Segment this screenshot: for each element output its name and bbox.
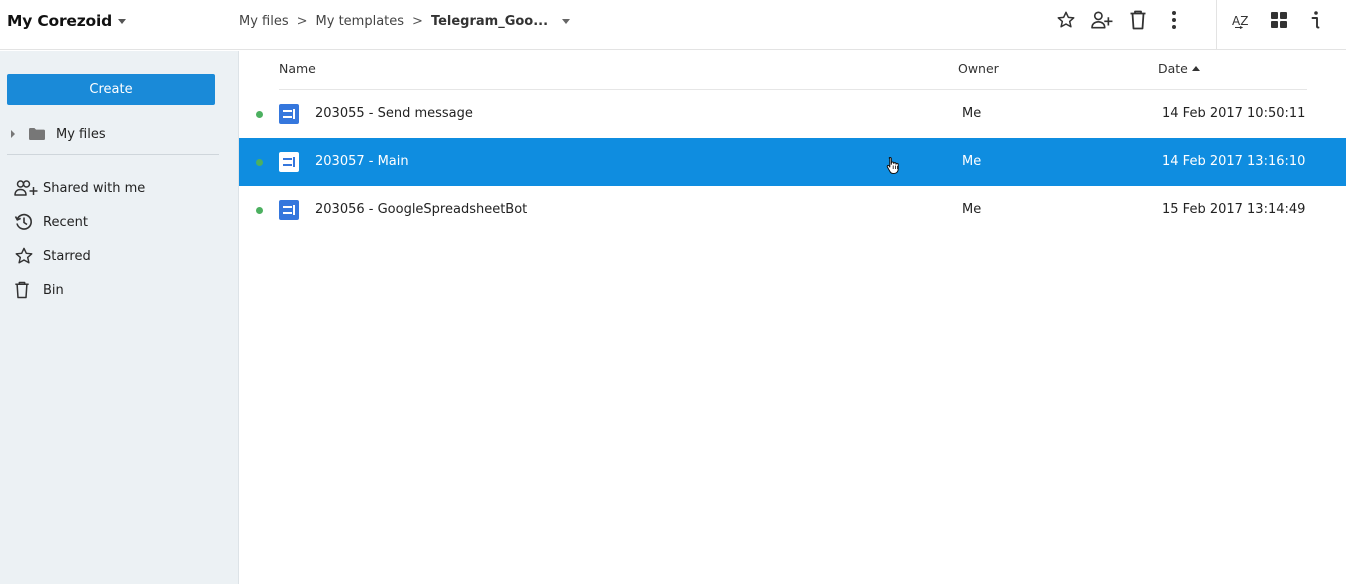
expand-arrow-icon[interactable] xyxy=(11,130,15,138)
row-date: 14 Feb 2017 10:50:11 xyxy=(1162,106,1306,121)
create-button[interactable]: Create xyxy=(7,74,215,105)
breadcrumb-my-templates[interactable]: My templates xyxy=(316,14,405,29)
folder-menu-chevron-icon[interactable] xyxy=(562,19,571,24)
sidebar-item-shared-with-me[interactable]: Shared with me xyxy=(14,177,145,199)
folder-icon xyxy=(29,128,45,140)
sidebar-item-bin[interactable]: Bin xyxy=(14,279,64,301)
sidebar-item-label: Starred xyxy=(43,248,91,264)
breadcrumb-separator: > xyxy=(296,13,308,29)
row-date: 14 Feb 2017 13:16:10 xyxy=(1162,154,1306,169)
hand-cursor-icon xyxy=(886,157,899,174)
chevron-down-icon xyxy=(117,19,126,24)
status-dot-icon xyxy=(256,159,263,166)
process-icon xyxy=(279,152,299,172)
sidebar-item-starred[interactable]: Starred xyxy=(14,245,91,267)
status-dot-icon xyxy=(256,207,263,214)
process-icon xyxy=(279,104,299,124)
sidebar: Create My files Shared with me Recent St… xyxy=(0,51,239,584)
row-name: 203055 - Send message xyxy=(315,106,473,121)
sort-ascending-icon xyxy=(1191,66,1200,71)
sidebar-item-recent[interactable]: Recent xyxy=(14,211,88,233)
recent-clock-icon xyxy=(14,212,38,232)
status-dot-icon xyxy=(256,111,263,118)
row-date: 15 Feb 2017 13:14:49 xyxy=(1162,202,1306,217)
row-owner: Me xyxy=(962,106,982,121)
row-name: 203057 - Main xyxy=(315,154,409,169)
table-row[interactable]: 203056 - GoogleSpreadsheetBot Me 15 Feb … xyxy=(239,186,1346,234)
sidebar-item-my-files[interactable]: My files xyxy=(11,124,106,144)
row-owner: Me xyxy=(962,202,982,217)
process-icon xyxy=(279,200,299,220)
divider xyxy=(7,154,219,155)
top-bar: My Corezoid My files > My templates > Te… xyxy=(0,0,1346,50)
grid-view-icon[interactable] xyxy=(1268,9,1290,31)
sidebar-item-label: Bin xyxy=(43,282,64,298)
row-name: 203056 - GoogleSpreadsheetBot xyxy=(315,202,528,217)
trash-icon[interactable] xyxy=(1127,9,1149,31)
column-header-date-label: Date xyxy=(1158,61,1188,76)
breadcrumb-current-folder[interactable]: Telegram_Goo... xyxy=(431,14,548,29)
trash-icon xyxy=(14,280,38,300)
column-header-owner[interactable]: Owner xyxy=(958,61,999,76)
svg-text:AZ: AZ xyxy=(1232,14,1248,28)
sidebar-item-label: Recent xyxy=(43,214,88,230)
table-row[interactable]: 203055 - Send message Me 14 Feb 2017 10:… xyxy=(239,90,1346,138)
more-vertical-icon[interactable] xyxy=(1163,9,1185,31)
sort-az-icon[interactable]: AZ xyxy=(1231,9,1253,31)
column-header-name[interactable]: Name xyxy=(279,61,316,76)
table-row-selected[interactable]: 203057 - Main Me 14 Feb 2017 13:16:10 xyxy=(239,138,1346,186)
info-icon[interactable] xyxy=(1304,9,1326,31)
row-owner: Me xyxy=(962,154,982,169)
star-icon xyxy=(14,246,38,266)
column-header-date[interactable]: Date xyxy=(1158,61,1200,76)
breadcrumb: My files > My templates > Telegram_Goo..… xyxy=(239,13,571,29)
sidebar-item-label: My files xyxy=(56,126,106,142)
workspace-title: My Corezoid xyxy=(7,12,112,30)
breadcrumb-separator: > xyxy=(412,13,423,29)
workspace-switcher[interactable]: My Corezoid xyxy=(7,10,126,32)
add-user-icon[interactable] xyxy=(1089,9,1115,31)
star-icon[interactable] xyxy=(1055,9,1077,31)
toolbar-divider xyxy=(1216,0,1217,50)
shared-users-icon xyxy=(14,178,38,198)
breadcrumb-my-files[interactable]: My files xyxy=(239,14,289,29)
sidebar-item-label: Shared with me xyxy=(43,180,146,196)
